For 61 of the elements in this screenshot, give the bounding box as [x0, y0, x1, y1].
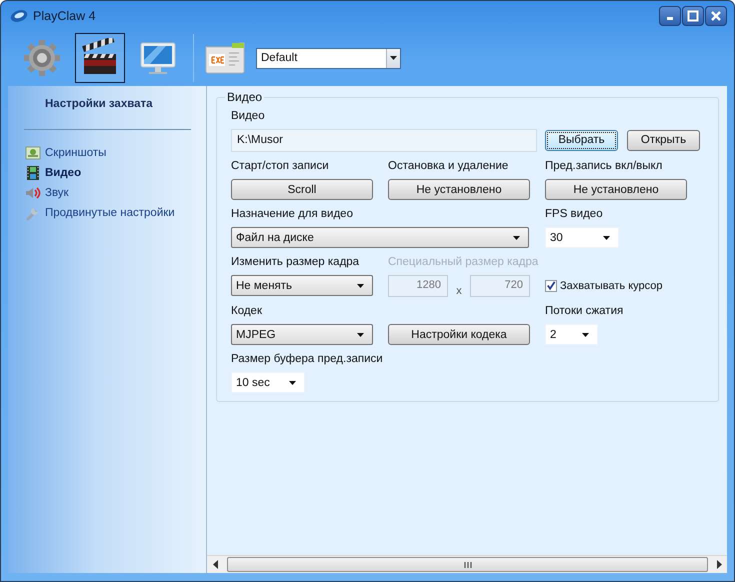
window-title: PlayClaw 4 — [33, 8, 96, 22]
group-title: Видео — [226, 90, 264, 104]
caret-icon — [582, 332, 589, 336]
button[interactable]: Scroll — [231, 179, 373, 200]
dropdown[interactable]: 10 sec — [231, 372, 305, 393]
path-field[interactable]: K:\Musor — [231, 129, 537, 152]
dropdown[interactable]: 30 — [545, 227, 619, 248]
horizontal-scrollbar[interactable] — [207, 555, 727, 573]
button[interactable]: Не установлено — [545, 179, 687, 200]
sidebar-item[interactable]: Видео — [8, 163, 82, 183]
sidebar-item[interactable]: Скриншоты — [8, 143, 106, 163]
scrollbar-thumb[interactable] — [227, 557, 708, 572]
field-label: FPS видео — [545, 208, 603, 222]
close-button[interactable] — [705, 6, 727, 26]
maximize-button[interactable] — [682, 6, 704, 26]
dropdown[interactable]: 2 — [545, 324, 598, 345]
button[interactable]: Выбрать — [545, 130, 618, 150]
button[interactable]: Открыть — [627, 130, 700, 150]
field-label: Старт/стоп записи — [231, 160, 329, 174]
maximize-icon — [687, 10, 699, 22]
caret-icon — [603, 236, 610, 240]
minimize-button[interactable] — [659, 6, 681, 26]
field-label: Назначение для видео — [231, 208, 353, 222]
close-icon — [710, 10, 722, 22]
scroll-left-icon[interactable] — [213, 560, 219, 569]
checkbox[interactable] — [545, 280, 557, 292]
button[interactable]: Не установлено — [388, 179, 530, 200]
field-label: Видео — [231, 110, 265, 124]
sidebar-item[interactable]: Звук — [8, 183, 69, 203]
times-sign: x — [455, 285, 463, 297]
film-icon — [25, 165, 41, 181]
checkbox-label: Захватывать курсор — [560, 280, 663, 292]
caret-icon — [513, 236, 520, 240]
exe-file-icon[interactable] — [204, 41, 246, 75]
scroll-right-icon[interactable] — [716, 560, 722, 569]
settings-icon — [22, 38, 62, 78]
wrench-icon — [25, 205, 41, 221]
field-label: Специальный размер кадра — [388, 256, 538, 270]
sidebar-heading: Настройки захвата — [44, 98, 154, 112]
caret-icon — [390, 56, 397, 60]
image-icon — [25, 145, 41, 161]
sidebar-item[interactable]: Продвинутые настройки — [8, 203, 175, 223]
field-label: Остановка и удаление — [388, 160, 508, 174]
dropdown[interactable]: Файл на диске — [231, 227, 529, 248]
dropdown[interactable]: MJPEG — [231, 324, 373, 345]
toolbar-tab[interactable] — [75, 33, 125, 83]
field-label: Потоки сжатия — [545, 305, 624, 319]
speaker-icon — [25, 185, 41, 201]
field-label: Кодек — [231, 305, 262, 319]
height-field: 720 — [470, 275, 530, 297]
field-label: Изменить размер кадра — [231, 256, 360, 270]
field-label: Пред.запись вкл/выкл — [545, 160, 662, 174]
button[interactable]: Настройки кодека — [388, 324, 530, 345]
field-label: Размер буфера пред.записи — [231, 353, 383, 367]
width-field: 1280 — [388, 275, 448, 297]
profile-dropdown[interactable]: Default — [256, 48, 401, 68]
app-logo-icon — [10, 8, 28, 22]
caret-icon — [357, 332, 364, 336]
caret-icon — [357, 284, 364, 288]
caret-icon — [289, 380, 296, 384]
dropdown[interactable]: Не менять — [231, 275, 373, 296]
